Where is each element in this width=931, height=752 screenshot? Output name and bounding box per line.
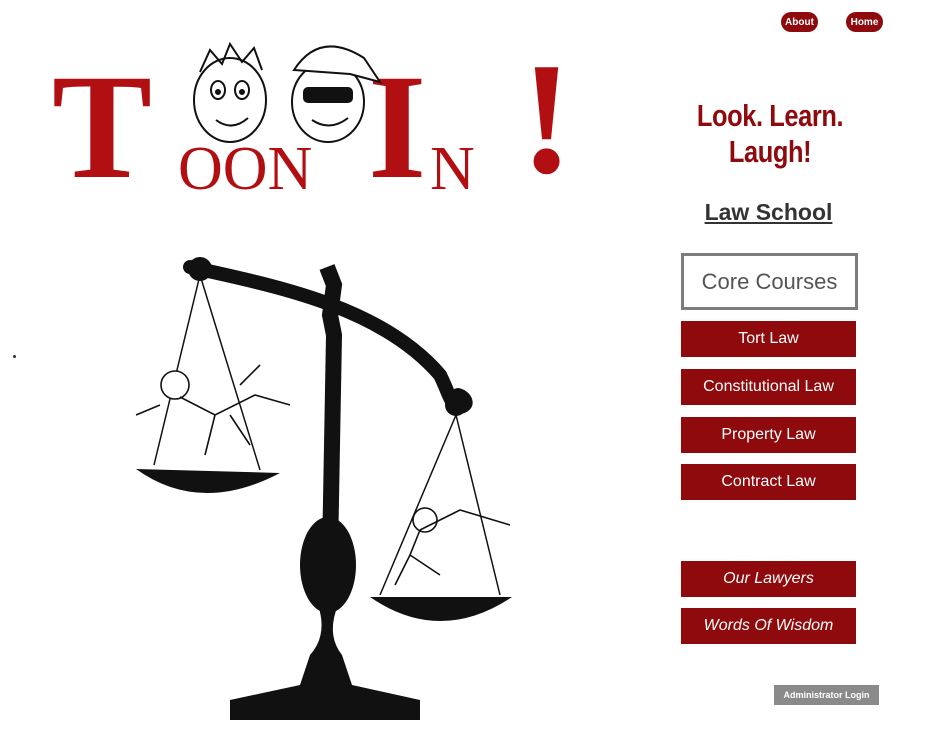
scales-of-justice-illustration [135, 257, 512, 720]
constitutional-law-button[interactable]: Constitutional Law [681, 369, 856, 405]
words-of-wisdom-button[interactable]: Words Of Wisdom [681, 608, 856, 644]
property-law-button[interactable]: Property Law [681, 417, 856, 453]
section-title[interactable]: Law School [681, 199, 856, 226]
home-link[interactable]: Home [846, 12, 883, 32]
cartoon-faces-icon [193, 41, 383, 143]
stray-dot [13, 355, 16, 358]
core-courses-heading: Core Courses [681, 253, 858, 310]
tort-law-button[interactable]: Tort Law [681, 321, 856, 357]
toon-in-logo: T OON I N ! [50, 30, 580, 202]
our-lawyers-button[interactable]: Our Lawyers [681, 561, 856, 597]
about-link[interactable]: About [781, 12, 818, 32]
tagline: Look. Learn. Laugh! [696, 98, 844, 169]
administrator-login-button[interactable]: Administrator Login [774, 685, 879, 705]
contract-law-button[interactable]: Contract Law [681, 464, 856, 500]
